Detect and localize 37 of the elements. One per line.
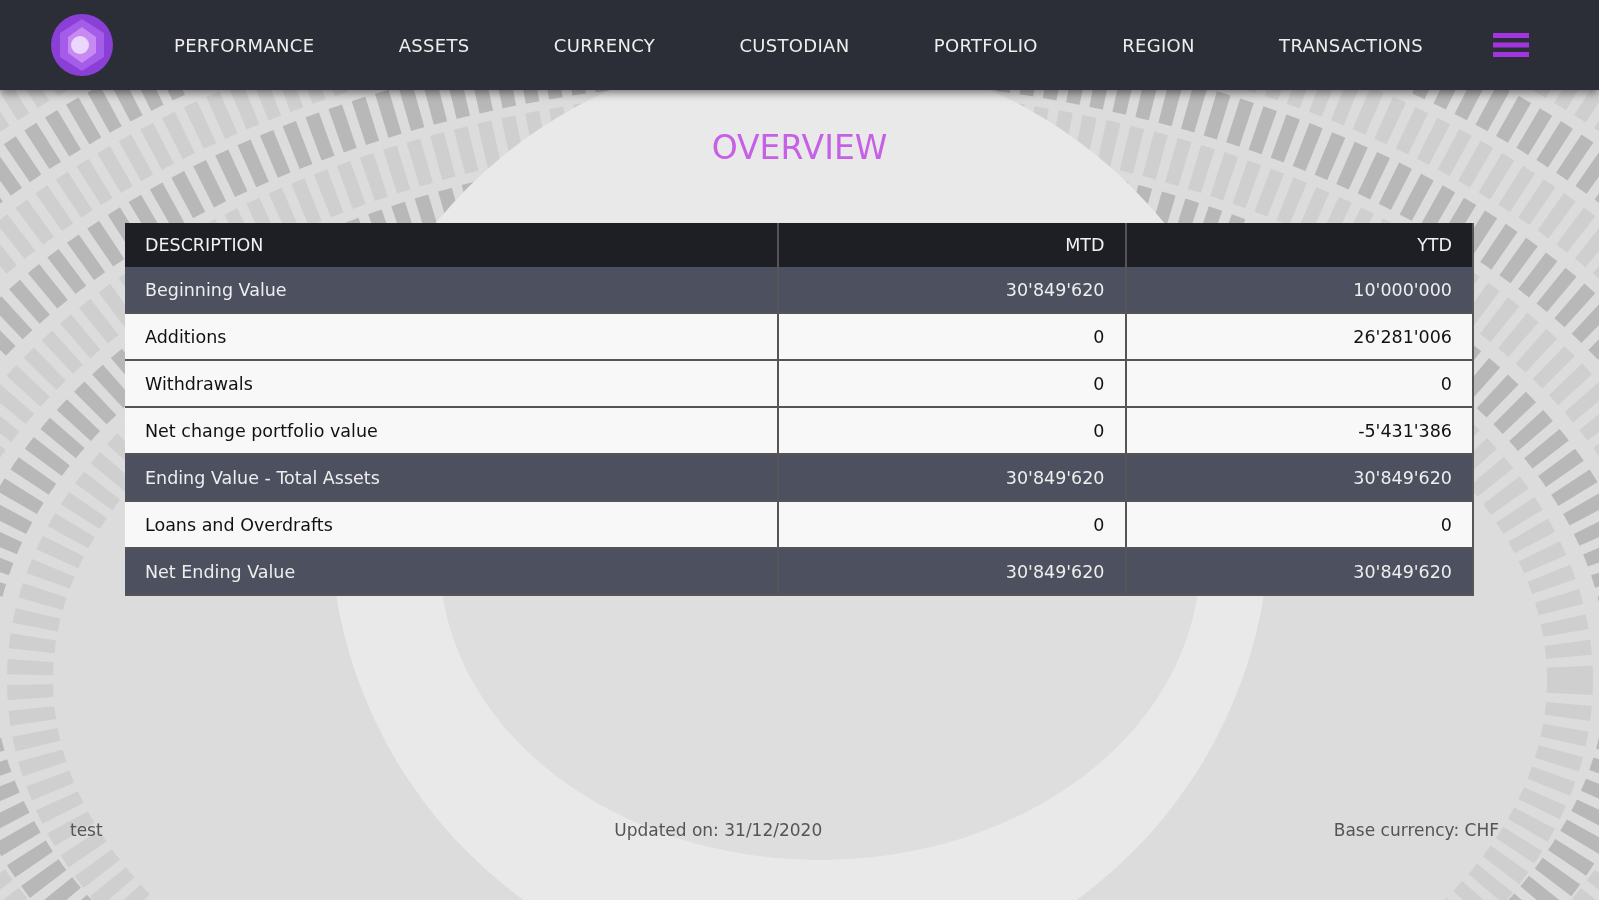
table-cell: 30'849'620: [1125, 454, 1473, 501]
table-cell: Ending Value - Total Assets: [125, 454, 778, 501]
table-cell: -5'431'386: [1125, 407, 1473, 454]
column-header: YTD: [1125, 223, 1473, 267]
nav-link[interactable]: CURRENCY: [553, 34, 656, 56]
page-title: OVERVIEW: [711, 128, 888, 167]
nav-link[interactable]: TRANSACTIONS: [1279, 34, 1423, 56]
table-cell: Loans and Overdrafts: [125, 501, 778, 548]
updated-date: Updated on: 31/12/2020: [614, 820, 823, 840]
nav-link[interactable]: PERFORMANCE: [174, 34, 315, 56]
table-cell: 26'281'006: [1125, 313, 1473, 360]
base-currency: Base currency: CHF: [1333, 820, 1499, 840]
table-cell: 0: [1125, 501, 1473, 548]
column-header: MTD: [778, 223, 1126, 267]
table-cell: Beginning Value: [125, 267, 778, 313]
table-cell: Net Ending Value: [125, 548, 778, 595]
menu-icon[interactable]: [1493, 31, 1529, 59]
table-cell: Net change portfolio value: [125, 407, 778, 454]
nav-link[interactable]: ASSETS: [398, 34, 470, 56]
column-header: DESCRIPTION: [125, 223, 778, 267]
table-cell: 30'849'620: [1125, 548, 1473, 595]
table-cell: Additions: [125, 313, 778, 360]
footer-label: test: [70, 820, 103, 840]
table-cell: 0: [778, 501, 1126, 548]
table-cell: 10'000'000: [1125, 267, 1473, 313]
gem-logo-icon[interactable]: [50, 13, 114, 77]
nav-link[interactable]: REGION: [1122, 34, 1195, 56]
table-cell: 0: [1125, 360, 1473, 407]
table-cell: 30'849'620: [778, 267, 1126, 313]
table-cell: 30'849'620: [778, 454, 1126, 501]
nav-link[interactable]: CUSTODIAN: [739, 34, 850, 56]
table-cell: Withdrawals: [125, 360, 778, 407]
table-cell: 30'849'620: [778, 548, 1126, 595]
nav-link[interactable]: PORTFOLIO: [933, 34, 1038, 56]
table-cell: 0: [778, 407, 1126, 454]
table-cell: 0: [778, 313, 1126, 360]
table-cell: 0: [778, 360, 1126, 407]
